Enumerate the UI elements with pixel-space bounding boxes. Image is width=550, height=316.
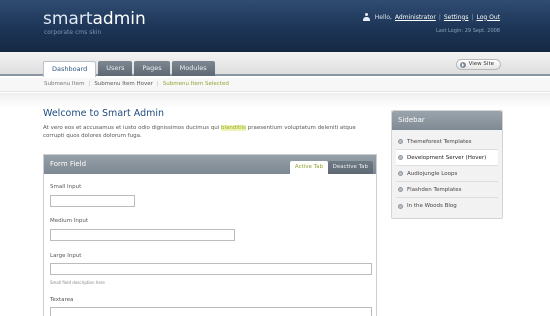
logo-suffix: admin bbox=[92, 9, 146, 29]
textarea-field[interactable] bbox=[50, 307, 372, 316]
sidebar-item-woods-blog[interactable]: In the Woods Blog bbox=[396, 198, 498, 214]
separator: | bbox=[156, 81, 159, 87]
textarea-label: Textarea bbox=[50, 297, 74, 303]
intro-paragraph: At vero eos et accusamus et iusto odio d… bbox=[43, 124, 373, 140]
separator: | bbox=[438, 13, 441, 21]
medium-input-label: Medium Input bbox=[50, 218, 88, 224]
sidebar-item-themeforest[interactable]: Themeforest Templates bbox=[396, 134, 498, 150]
tab-active[interactable]: Active Tab bbox=[289, 161, 328, 174]
submenu-item-selected[interactable]: Submenu Item Selected bbox=[163, 81, 229, 87]
user-bar: Hello, Administrator | Settings | Log Ou… bbox=[362, 13, 500, 21]
tab-users[interactable]: Users bbox=[98, 61, 133, 76]
nav-tabs: Dashboard Users Pages Modules bbox=[43, 61, 215, 77]
logo-prefix: smart bbox=[43, 9, 93, 29]
separator: | bbox=[88, 81, 91, 87]
sidebar-header: Sidebar bbox=[392, 111, 502, 130]
logout-link[interactable]: Log Out bbox=[476, 14, 500, 21]
sidebar-item-label: Flashden Templates bbox=[407, 186, 462, 193]
sidebar-item-label: Audiojungle Loops bbox=[407, 170, 458, 177]
sidebar-item-label: Themeforest Templates bbox=[407, 138, 472, 145]
tab-dashboard[interactable]: Dashboard bbox=[43, 61, 97, 77]
submenu-item-hover[interactable]: Submenu Item Hover bbox=[94, 81, 153, 87]
view-site-label: View Site bbox=[468, 61, 494, 67]
page-title: Welcome to Smart Admin bbox=[43, 108, 165, 119]
bullet-icon bbox=[398, 155, 403, 160]
bullet-icon bbox=[398, 171, 403, 176]
submenu-bar: Submenu Item | Submenu Item Hover | Subm… bbox=[0, 78, 550, 92]
large-input-label: Large Input bbox=[50, 253, 82, 259]
field-description: Small field description here bbox=[50, 280, 105, 285]
last-login-text: Last Login: 29 Sept. 2008 bbox=[435, 28, 500, 34]
sidebar-item-label: In the Woods Blog bbox=[407, 203, 457, 209]
header-bar: smartadmin corporate cms skin Hello, Adm… bbox=[0, 0, 550, 52]
small-input[interactable] bbox=[50, 195, 135, 207]
bullet-icon bbox=[398, 187, 403, 192]
bullet-icon bbox=[398, 203, 403, 209]
sidebar-item-flashden[interactable]: Flashden Templates bbox=[396, 182, 498, 198]
sidebar-panel: Sidebar Themeforest Templates Developmen… bbox=[391, 110, 503, 219]
sidebar-item-label: Development Server (Hover) bbox=[407, 154, 487, 161]
logo[interactable]: smartadmin bbox=[43, 10, 146, 28]
submenu-item[interactable]: Submenu Item bbox=[44, 81, 84, 87]
form-panel: Form Field Active Tab Deactive Tab Small… bbox=[43, 154, 377, 316]
bullet-icon bbox=[398, 139, 403, 144]
tab-modules[interactable]: Modules bbox=[171, 61, 215, 76]
greeting-text: Hello, bbox=[374, 13, 392, 21]
form-panel-title: Form Field bbox=[50, 160, 87, 168]
sidebar-item-audiojungle[interactable]: Audiojungle Loops bbox=[396, 166, 498, 182]
tab-deactive[interactable]: Deactive Tab bbox=[327, 161, 373, 174]
tab-pages[interactable]: Pages bbox=[134, 61, 170, 76]
logo-tagline: corporate cms skin bbox=[44, 29, 102, 36]
highlighted-text: blanditiis bbox=[221, 125, 246, 131]
settings-link[interactable]: Settings bbox=[444, 14, 469, 21]
large-input[interactable] bbox=[50, 263, 372, 275]
main-nav: Dashboard Users Pages Modules View Site bbox=[0, 52, 550, 77]
user-icon bbox=[362, 13, 370, 21]
separator: | bbox=[471, 13, 474, 21]
play-icon bbox=[459, 61, 466, 68]
sidebar-list: Themeforest Templates Development Server… bbox=[396, 134, 498, 214]
form-panel-header: Form Field Active Tab Deactive Tab bbox=[44, 155, 376, 174]
sidebar-item-development-server[interactable]: Development Server (Hover) bbox=[396, 150, 498, 166]
medium-input[interactable] bbox=[50, 229, 235, 241]
small-input-label: Small Input bbox=[50, 184, 82, 190]
view-site-button[interactable]: View Site bbox=[455, 59, 501, 70]
username-link[interactable]: Administrator bbox=[395, 14, 436, 21]
sidebar-title: Sidebar bbox=[398, 116, 425, 124]
intro-text-before: At vero eos et accusamus et iusto odio d… bbox=[43, 125, 220, 131]
